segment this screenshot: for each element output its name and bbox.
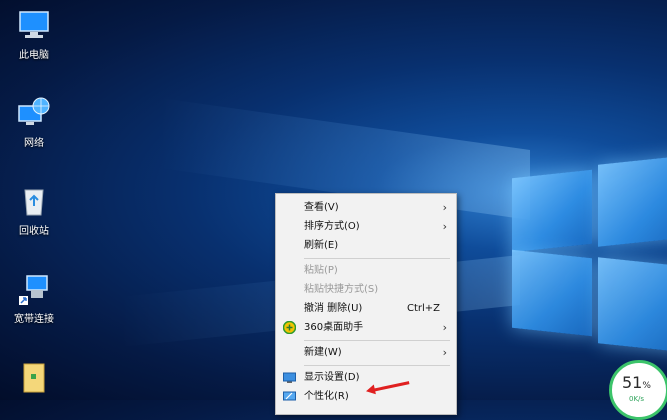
display-settings-icon [283,371,296,384]
menu-item-label: 360桌面助手 [304,322,364,333]
menu-separator [304,340,450,341]
desktop-icon-recycle-bin[interactable]: 回收站 [6,184,62,237]
desktop-context-menu: 查看(V) › 排序方式(O) › 刷新(E) 粘贴(P) 粘贴快捷方式(S) … [275,193,457,415]
menu-item-label: 新建(W) [304,347,342,358]
menu-item-label: 个性化(R) [304,391,349,402]
windows-logo-pane [512,249,592,337]
menu-item-paste: 粘贴(P) [276,261,456,280]
submenu-arrow-icon: › [442,201,447,214]
menu-item-undo-delete[interactable]: 撤消 删除(U) Ctrl+Z [276,299,456,318]
menu-item-label: 刷新(E) [304,240,339,251]
personalize-icon [283,390,296,403]
menu-item-label: 显示设置(D) [304,372,360,383]
menu-item-360-desktop-assistant[interactable]: 360桌面助手 › [276,318,456,337]
folder-icon [17,360,51,394]
windows-logo-pane [598,155,667,247]
menu-item-refresh[interactable]: 刷新(E) [276,236,456,255]
computer-icon [17,8,51,42]
desktop-icon-network[interactable]: 网络 [6,96,62,149]
windows-logo-pane [598,257,667,353]
desktop-icon-label: 宽带连接 [14,314,54,325]
desktop-icon-label: 回收站 [19,226,49,237]
network-icon [17,96,51,130]
menu-item-label: 粘贴快捷方式(S) [304,284,379,295]
speed-ball-widget[interactable]: 51% 0K/s [609,360,667,420]
menu-item-label: 排序方式(O) [304,221,360,232]
memory-usage: 51% [622,373,651,392]
desktop-icon-folder[interactable] [6,360,62,398]
network-speed: 0K/s [629,395,645,403]
submenu-arrow-icon: › [442,321,447,334]
desktop-icon-broadband[interactable]: 宽带连接 [6,272,62,325]
recycle-bin-icon [17,184,51,218]
desktop-icon-this-pc[interactable]: 此电脑 [6,8,62,61]
submenu-arrow-icon: › [442,220,447,233]
broadband-connection-icon [17,272,51,306]
menu-separator [304,365,450,366]
menu-item-label: 撤消 删除(U) [304,303,363,314]
memory-usage-value: 51 [622,373,643,392]
memory-usage-unit: % [642,381,651,391]
desktop-icon-label: 此电脑 [19,50,49,61]
menu-item-label: 粘贴(P) [304,265,338,276]
menu-item-display-settings[interactable]: 显示设置(D) [276,368,456,387]
menu-item-shortcut: Ctrl+Z [406,303,440,314]
menu-separator [304,258,450,259]
360-assistant-icon [282,320,297,335]
menu-item-paste-shortcut: 粘贴快捷方式(S) [276,280,456,299]
menu-item-view[interactable]: 查看(V) › [276,198,456,217]
submenu-arrow-icon: › [442,346,447,359]
menu-item-sort-by[interactable]: 排序方式(O) › [276,217,456,236]
menu-item-label: 查看(V) [304,202,339,213]
desktop-icon-label: 网络 [24,138,44,149]
windows-logo-pane [512,169,592,253]
menu-item-new[interactable]: 新建(W) › [276,343,456,362]
